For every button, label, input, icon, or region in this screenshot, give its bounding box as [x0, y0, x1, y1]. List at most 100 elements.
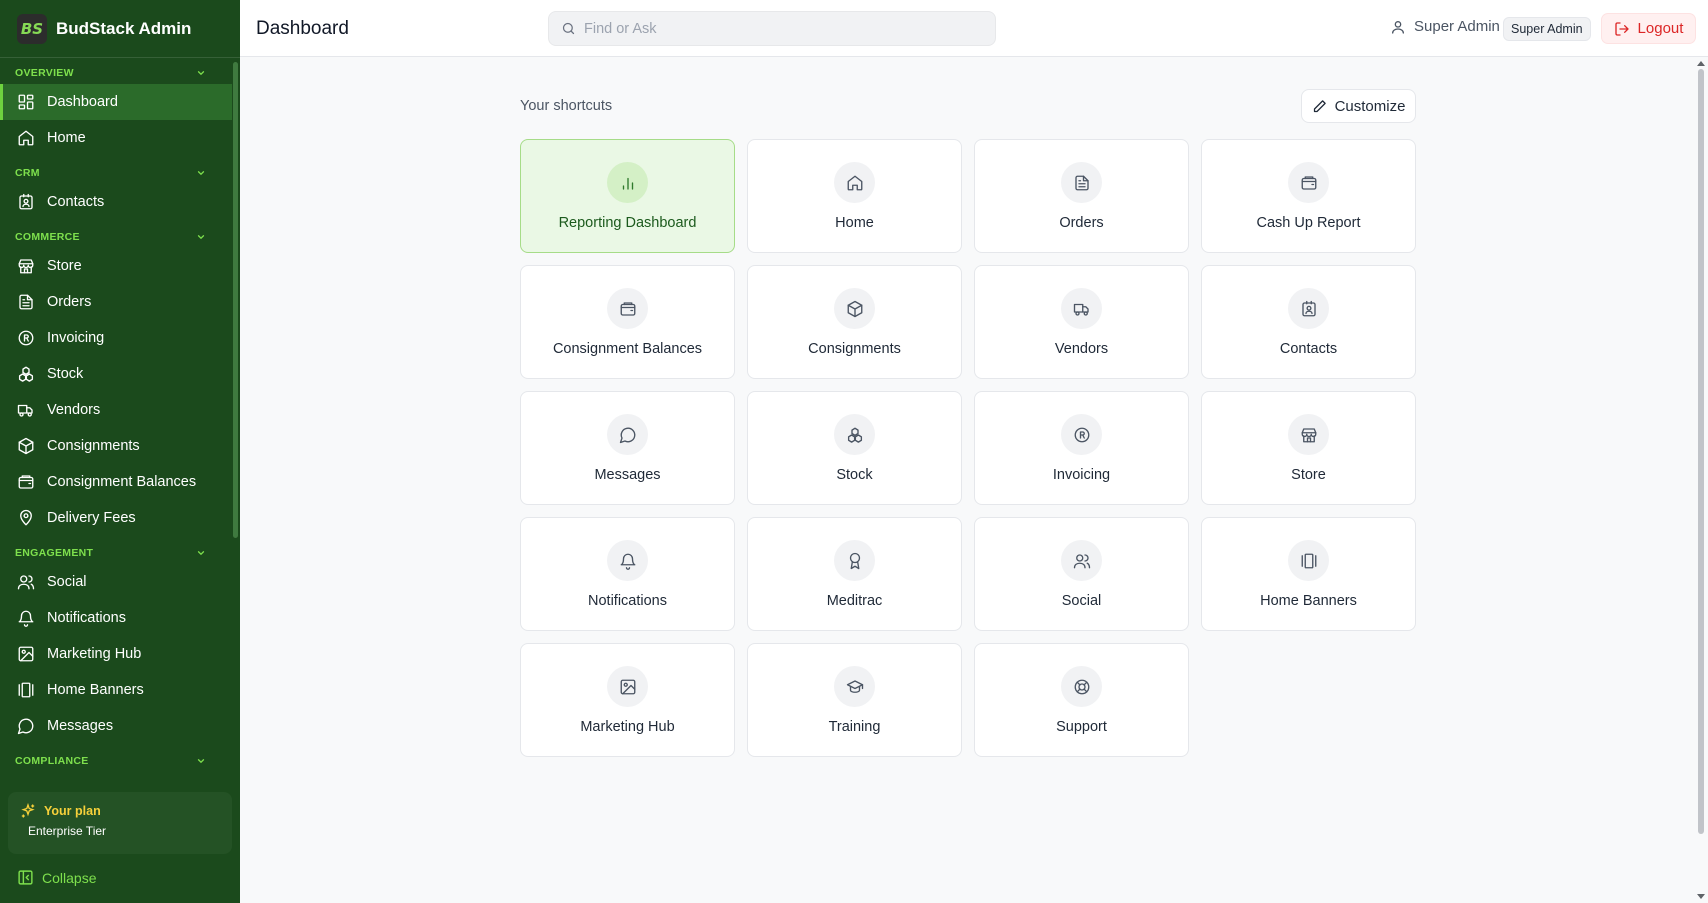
- sidebar-item-orders[interactable]: Orders: [0, 284, 232, 320]
- shortcut-home-banners[interactable]: Home Banners: [1201, 517, 1416, 631]
- dashboard-icon: [17, 93, 35, 111]
- sidebar-item-label: Contacts: [47, 194, 105, 210]
- shortcut-label: Contacts: [1279, 341, 1338, 357]
- shortcut-orders[interactable]: Orders: [974, 139, 1189, 253]
- customize-button[interactable]: Customize: [1301, 89, 1416, 123]
- sidebar-item-label: Invoicing: [47, 330, 105, 346]
- chevron-down-icon: [196, 756, 206, 766]
- social-icon: [17, 573, 35, 591]
- user-icon: [1390, 19, 1406, 35]
- sidebar-item-social[interactable]: Social: [0, 564, 232, 600]
- shortcut-marketing-hub[interactable]: Marketing Hub: [520, 643, 735, 757]
- section-title: ENGAGEMENT: [15, 547, 94, 559]
- chevron-down-icon: [196, 68, 206, 78]
- sidebar-item-store[interactable]: Store: [0, 248, 232, 284]
- shortcut-consignments[interactable]: Consignments: [747, 265, 962, 379]
- shortcut-home[interactable]: Home: [747, 139, 962, 253]
- brand-logo: BS: [17, 13, 47, 44]
- shortcut-label: Home: [835, 215, 874, 231]
- sidebar-item-dashboard[interactable]: Dashboard: [0, 84, 232, 120]
- shortcut-label: Vendors: [1054, 341, 1109, 357]
- shortcut-label: Consignments: [808, 341, 901, 357]
- sidebar-item-vendors[interactable]: Vendors: [0, 392, 232, 428]
- consignments-icon: [17, 437, 35, 455]
- sidebar-item-consignments[interactable]: Consignments: [0, 428, 232, 464]
- store-icon: [1300, 426, 1318, 444]
- shortcut-invoicing[interactable]: Invoicing: [974, 391, 1189, 505]
- bell-icon: [619, 552, 637, 570]
- shortcut-icon-circle: [1061, 162, 1102, 203]
- user-name: Super Admin: [1414, 18, 1500, 35]
- shortcut-contacts[interactable]: Contacts: [1201, 265, 1416, 379]
- shortcut-cash-up-report[interactable]: Cash Up Report: [1201, 139, 1416, 253]
- sidebar-nav: OVERVIEW Dashboard Home CRM Contacts COMMERCE…: [0, 58, 232, 783]
- section-overview[interactable]: OVERVIEW: [0, 64, 232, 82]
- wallet-icon: [619, 300, 637, 318]
- marketing-hub-icon: [17, 645, 35, 663]
- sidebar-scrollbar[interactable]: [232, 58, 240, 783]
- sidebar-item-home[interactable]: Home: [0, 120, 232, 156]
- shortcut-social[interactable]: Social: [974, 517, 1189, 631]
- shortcut-vendors[interactable]: Vendors: [974, 265, 1189, 379]
- sidebar-item-label: Consignments: [47, 438, 140, 454]
- notifications-icon: [17, 609, 35, 627]
- logout-label: Logout: [1637, 20, 1684, 37]
- shortcut-icon-circle: [834, 666, 875, 707]
- section-compliance[interactable]: COMPLIANCE: [0, 752, 232, 770]
- scroll-up-arrow[interactable]: [1697, 61, 1705, 66]
- section-commerce[interactable]: COMMERCE: [0, 228, 232, 246]
- registered-icon: [1073, 426, 1091, 444]
- section-title: COMPLIANCE: [15, 755, 89, 767]
- home-banners-icon: [17, 681, 35, 699]
- shortcut-icon-circle: [607, 414, 648, 455]
- boxes-icon: [846, 426, 864, 444]
- sidebar-item-stock[interactable]: Stock: [0, 356, 232, 392]
- plan-card[interactable]: Your plan Enterprise Tier: [8, 792, 232, 854]
- shortcut-label: Store: [1291, 467, 1326, 483]
- shortcut-notifications[interactable]: Notifications: [520, 517, 735, 631]
- shortcut-reporting-dashboard[interactable]: Reporting Dashboard: [520, 139, 735, 253]
- logout-button[interactable]: Logout: [1601, 13, 1696, 44]
- search-bar[interactable]: [548, 11, 996, 46]
- user-menu[interactable]: Super Admin: [1390, 18, 1500, 35]
- brand-name: BudStack Admin: [56, 18, 192, 38]
- sidebar-item-label: Marketing Hub: [47, 646, 142, 662]
- search-input[interactable]: [584, 20, 964, 37]
- contacts-icon: [17, 193, 35, 211]
- shortcut-store[interactable]: Store: [1201, 391, 1416, 505]
- sparkle-icon: [20, 803, 36, 819]
- shortcut-icon-circle: [607, 162, 648, 203]
- sidebar-item-label: Store: [47, 258, 82, 274]
- shortcut-icon-circle: [607, 540, 648, 581]
- shortcut-support[interactable]: Support: [974, 643, 1189, 757]
- brand[interactable]: BS BudStack Admin: [0, 0, 240, 58]
- sidebar-item-messages[interactable]: Messages: [0, 708, 232, 744]
- sidebar-item-marketing-hub[interactable]: Marketing Hub: [0, 636, 232, 672]
- shortcut-label: Social: [1061, 593, 1102, 609]
- shortcut-icon-circle: [834, 540, 875, 581]
- page-scrollbar[interactable]: [1695, 57, 1708, 903]
- collapse-label: Collapse: [42, 869, 97, 886]
- sidebar-scrollbar-thumb[interactable]: [233, 62, 238, 538]
- award-icon: [846, 552, 864, 570]
- chevron-down-icon: [196, 232, 206, 242]
- section-crm[interactable]: CRM: [0, 164, 232, 182]
- shortcut-training[interactable]: Training: [747, 643, 962, 757]
- shortcut-stock[interactable]: Stock: [747, 391, 962, 505]
- scroll-down-arrow[interactable]: [1697, 894, 1705, 899]
- stock-icon: [17, 365, 35, 383]
- sidebar-item-consignment-balances[interactable]: Consignment Balances: [0, 464, 232, 500]
- page-scrollbar-thumb[interactable]: [1698, 69, 1704, 834]
- sidebar-item-delivery-fees[interactable]: Delivery Fees: [0, 500, 232, 536]
- section-engagement[interactable]: ENGAGEMENT: [0, 544, 232, 562]
- sidebar-item-notifications[interactable]: Notifications: [0, 600, 232, 636]
- sidebar-item-invoicing[interactable]: Invoicing: [0, 320, 232, 356]
- shortcut-icon-circle: [1061, 666, 1102, 707]
- collapse-button[interactable]: Collapse: [17, 869, 96, 886]
- message-icon: [619, 426, 637, 444]
- shortcut-meditrac[interactable]: Meditrac: [747, 517, 962, 631]
- sidebar-item-home-banners[interactable]: Home Banners: [0, 672, 232, 708]
- shortcut-messages[interactable]: Messages: [520, 391, 735, 505]
- shortcut-consignment-balances[interactable]: Consignment Balances: [520, 265, 735, 379]
- sidebar-item-contacts[interactable]: Contacts: [0, 184, 232, 220]
